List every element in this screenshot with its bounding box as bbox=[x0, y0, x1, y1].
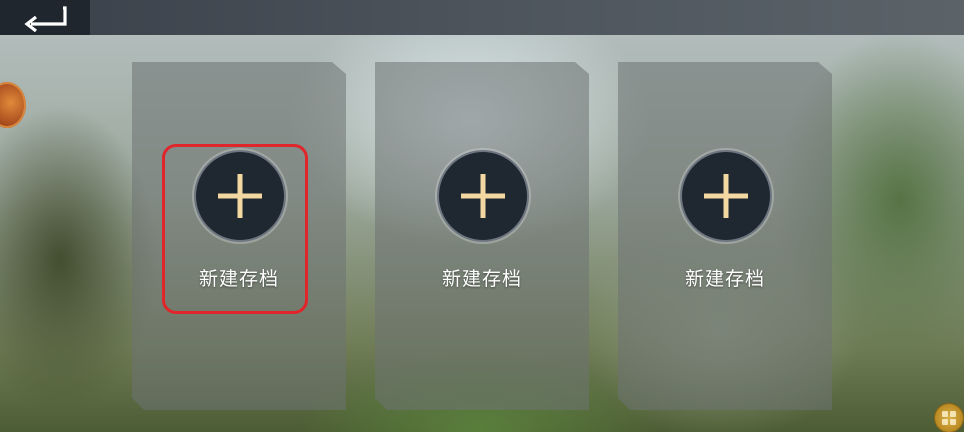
save-select-screen: 新建存档 新建存档 新建存档 bbox=[0, 0, 964, 432]
back-button[interactable] bbox=[0, 0, 90, 35]
add-save-button[interactable] bbox=[439, 152, 527, 240]
privacy-badge-icon bbox=[942, 411, 956, 425]
add-save-button[interactable] bbox=[196, 152, 284, 240]
save-slot-1[interactable]: 新建存档 bbox=[132, 62, 346, 410]
plus-icon bbox=[704, 174, 748, 218]
new-save-label: 新建存档 bbox=[441, 268, 522, 290]
top-bar bbox=[0, 0, 964, 35]
add-save-button[interactable] bbox=[682, 152, 770, 240]
side-emblem-button[interactable] bbox=[0, 82, 26, 128]
plus-icon bbox=[218, 174, 262, 218]
new-save-label: 新建存档 bbox=[198, 268, 279, 290]
new-save-label: 新建存档 bbox=[684, 268, 765, 290]
back-arrow-icon bbox=[24, 5, 67, 32]
save-slot-3[interactable]: 新建存档 bbox=[618, 62, 832, 410]
privacy-badge-button[interactable] bbox=[935, 404, 963, 432]
plus-icon bbox=[461, 174, 505, 218]
save-slot-2[interactable]: 新建存档 bbox=[375, 62, 589, 410]
